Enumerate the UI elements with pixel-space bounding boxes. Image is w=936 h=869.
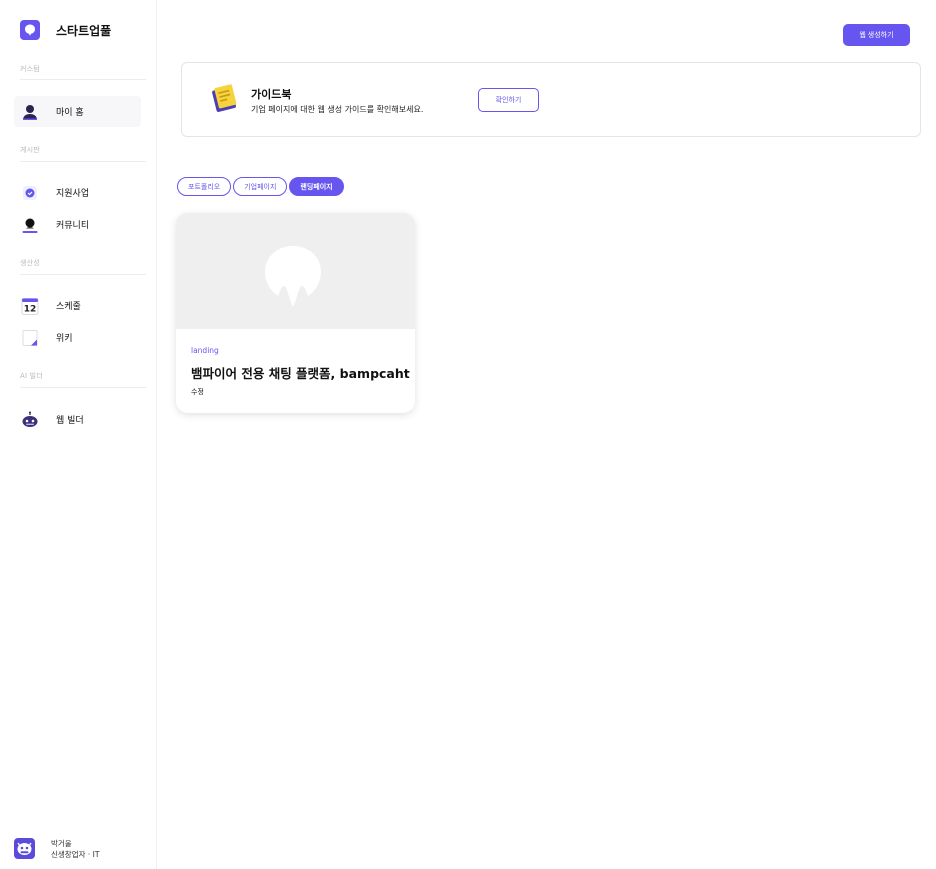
brand[interactable]: 스타트업풀: [20, 20, 111, 40]
card-thumbnail: [176, 213, 415, 329]
robot-icon: [21, 411, 39, 429]
sidebar-item-label: 위키: [56, 334, 73, 344]
sidebar-item-label: 스케줄: [56, 302, 81, 312]
page-type-tabs: 포트폴리오 기업페이지 랜딩페이지: [177, 177, 344, 196]
sidebar-item-label: 마이 홈: [56, 108, 84, 118]
placeholder-logo-icon: [262, 245, 324, 309]
section-label-custom: 커스텀: [20, 65, 40, 73]
calendar-icon: 12: [21, 297, 39, 315]
profile-role: 신생창업자 · IT: [51, 850, 100, 859]
section-divider: [20, 79, 146, 80]
section-label-productivity: 생산성: [20, 259, 40, 267]
sidebar-item-my-home[interactable]: 마이 홈: [14, 96, 141, 127]
avatar: [14, 838, 35, 859]
sidebar-item-web-builder[interactable]: 웹 빌더: [14, 404, 141, 435]
brand-name: 스타트업풀: [56, 24, 112, 38]
card-edit-link[interactable]: 수정: [191, 387, 204, 397]
sidebar-item-support[interactable]: 지원사업: [14, 177, 141, 208]
sidebar-item-label: 웹 빌더: [56, 416, 84, 426]
user-icon: [21, 103, 39, 121]
guide-card: 가이드북 기업 페이지에 대한 웹 생성 가이드를 확인해보세요. 확인하기: [181, 62, 921, 137]
section-divider: [20, 387, 146, 388]
guide-confirm-button[interactable]: 확인하기: [478, 88, 539, 112]
note-icon: [21, 329, 39, 347]
guide-title: 가이드북: [251, 88, 292, 101]
sidebar-item-wiki[interactable]: 위키: [14, 322, 141, 353]
landing-page-card[interactable]: landing 뱀파이어 전용 채팅 플랫폼, bampcaht 수정: [176, 213, 415, 413]
sidebar: 스타트업풀 커스텀 마이 홈 게시판 지원사업 커뮤니티 생산성 12 스케줄 …: [0, 0, 157, 869]
section-label-board: 게시판: [20, 146, 40, 154]
card-type: landing: [191, 346, 219, 355]
sidebar-item-schedule[interactable]: 12 스케줄: [14, 290, 141, 321]
sidebar-item-label: 지원사업: [56, 189, 90, 199]
badge-check-icon: [21, 184, 39, 202]
section-divider: [20, 274, 146, 275]
chat-user-icon: [21, 216, 39, 234]
sidebar-item-label: 커뮤니티: [56, 221, 90, 231]
tab-landing-page[interactable]: 랜딩페이지: [289, 177, 344, 196]
calendar-day: 12: [24, 304, 37, 314]
guide-description: 기업 페이지에 대한 웹 생성 가이드를 확인해보세요.: [251, 105, 424, 114]
section-label-ai-builder: AI 빌더: [20, 372, 43, 380]
tab-portfolio[interactable]: 포트폴리오: [177, 177, 232, 196]
profile-name: 박거울: [51, 839, 72, 848]
section-divider: [20, 161, 146, 162]
brand-logo-icon: [20, 20, 40, 40]
sidebar-item-community[interactable]: 커뮤니티: [14, 209, 141, 240]
card-title: 뱀파이어 전용 채팅 플랫폼, bampcaht: [191, 366, 410, 381]
tab-company-page[interactable]: 기업페이지: [233, 177, 288, 196]
guidebook-icon: [210, 83, 240, 115]
create-web-button[interactable]: 웹 생성하기: [843, 24, 910, 46]
